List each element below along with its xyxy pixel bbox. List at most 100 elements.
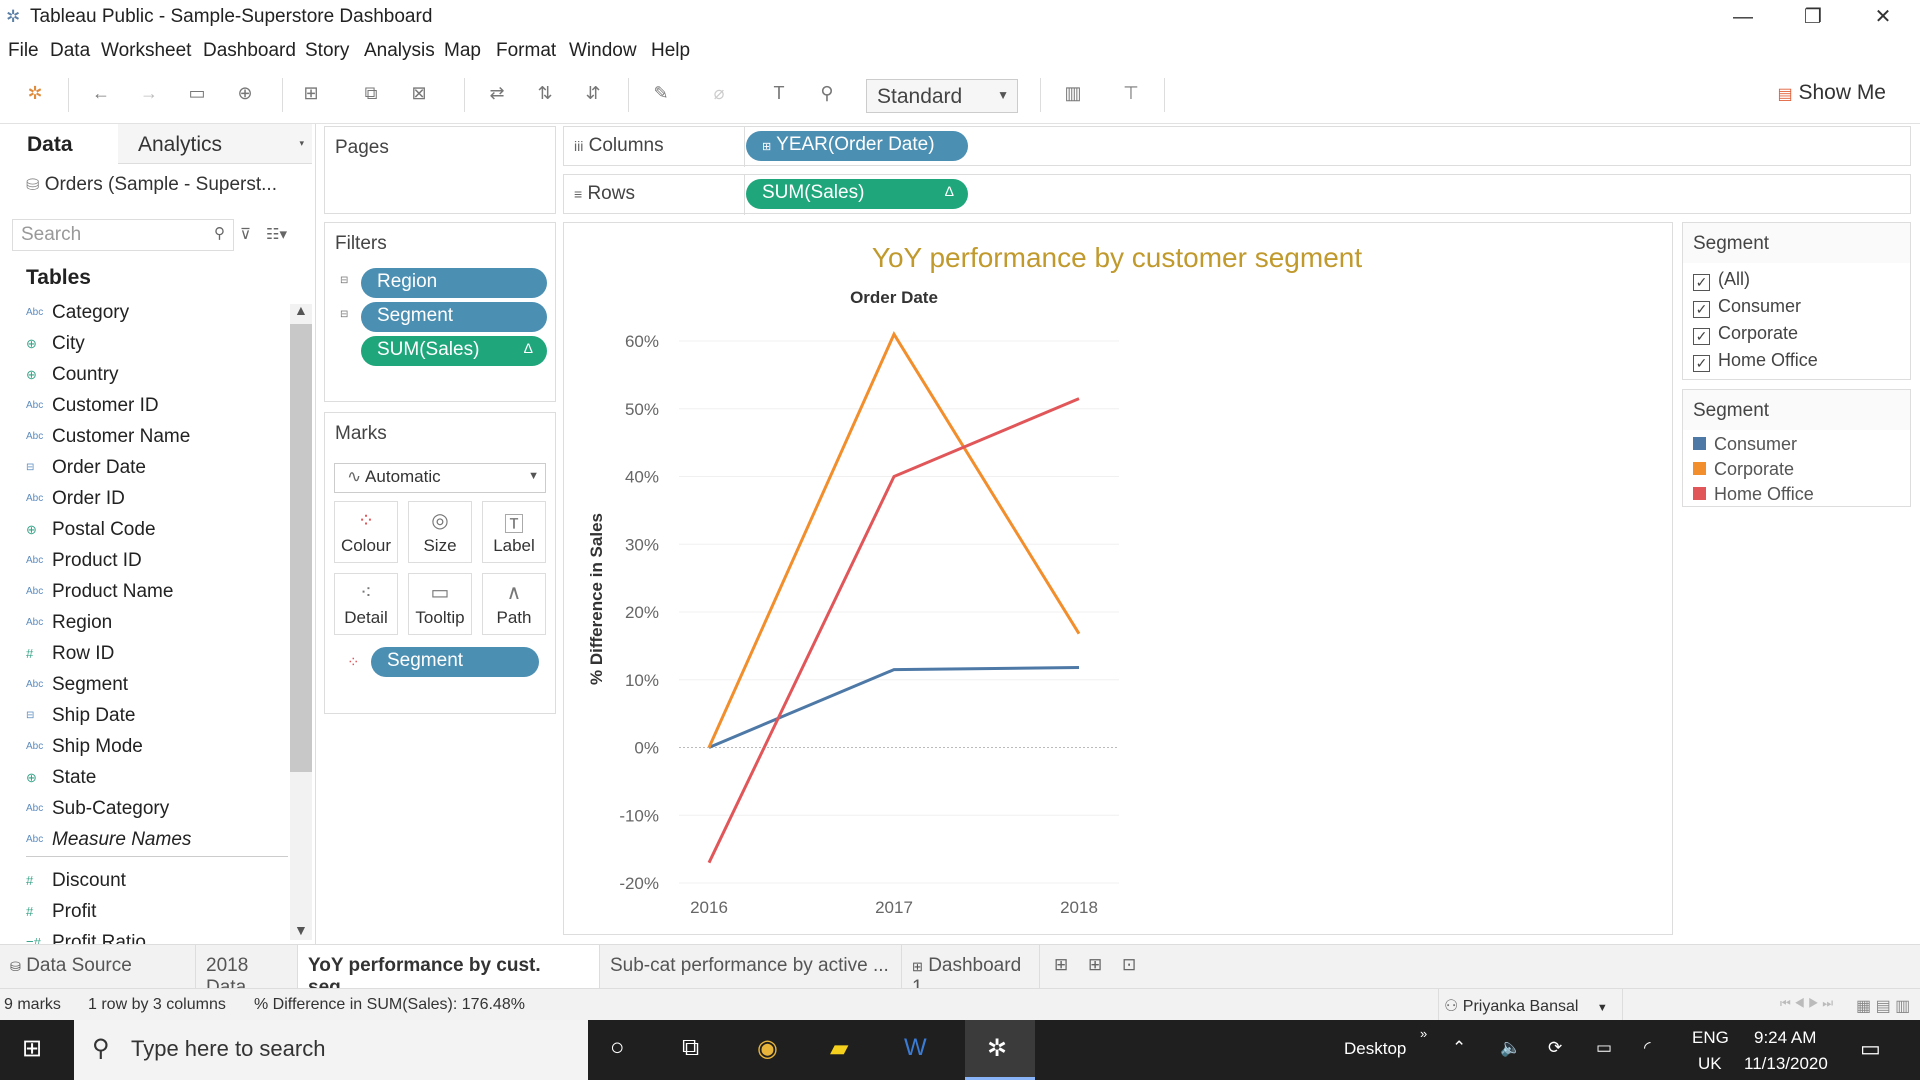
filter-option-all[interactable]: ✓ (All) [1693, 269, 1750, 291]
sticky-notes-icon[interactable]: ▰ [830, 1034, 848, 1063]
mark-type-select[interactable]: ∿ Automatic ▼ [334, 463, 546, 493]
tab-data[interactable]: Data [0, 124, 118, 164]
menu-data[interactable]: Data [50, 40, 90, 62]
sheet-view-icon[interactable]: ▦ ▤ ▥ [1856, 996, 1910, 1016]
tray-expand-icon[interactable]: ⌃ [1452, 1038, 1466, 1058]
field-ship-date[interactable]: ⊟ Ship Date [26, 705, 135, 735]
redo-icon[interactable]: → [136, 83, 162, 104]
cortana-icon[interactable]: ○ [610, 1034, 625, 1062]
chrome-icon[interactable]: ◉ [757, 1034, 778, 1063]
undo-icon[interactable]: ← [88, 83, 114, 104]
field-category[interactable]: Abc Category [26, 302, 129, 332]
group-icon[interactable]: ⌀ [706, 83, 732, 104]
menu-format[interactable]: Format [496, 40, 556, 62]
sort-descending-icon[interactable]: ⇵ [580, 83, 606, 104]
duplicate-sheet-icon[interactable]: ⧉ [358, 83, 384, 104]
field-segment[interactable]: Abc Segment [26, 674, 128, 704]
minimize-button[interactable]: — [1718, 4, 1768, 30]
field-customer-name[interactable]: Abc Customer Name [26, 426, 190, 456]
field-region[interactable]: Abc Region [26, 612, 112, 642]
clock-date[interactable]: 11/13/2020 [1744, 1054, 1828, 1074]
menu-file[interactable]: File [8, 40, 39, 62]
tab-sub-cat-performance[interactable]: Sub-cat performance by active ... [600, 945, 902, 989]
filter-pill-sum-sales[interactable]: SUM(Sales) Δ [361, 336, 547, 366]
menu-help[interactable]: Help [651, 40, 690, 62]
language-region[interactable]: UK [1698, 1054, 1722, 1074]
rows-shelf[interactable]: ≡ Rows SUM(Sales) Δ [563, 174, 1911, 215]
menu-analysis[interactable]: Analysis [364, 40, 435, 62]
datasource-item[interactable]: ⛁ Orders (Sample - Superst... [26, 174, 277, 196]
close-button[interactable]: ✕ [1858, 4, 1908, 30]
tab-2018-data[interactable]: 2018 Data [196, 945, 298, 998]
fit-select[interactable]: Standard ▼ [866, 79, 1018, 113]
checkbox-checked-icon[interactable]: ✓ [1693, 328, 1710, 345]
sort-ascending-icon[interactable]: ⇅ [532, 83, 558, 104]
field-order-date[interactable]: ⊟ Order Date [26, 457, 146, 487]
filter-pill-segment[interactable]: Segment [361, 302, 547, 332]
volume-icon[interactable]: 🔈 [1500, 1038, 1521, 1058]
tableau-home-icon[interactable]: ✲ [22, 83, 48, 104]
menu-story[interactable]: Story [305, 40, 349, 62]
field-row-id[interactable]: # Row ID [26, 643, 114, 673]
field-product-name[interactable]: Abc Product Name [26, 581, 173, 611]
field-ship-mode[interactable]: Abc Ship Mode [26, 736, 143, 766]
line-chart[interactable]: YoY performance by customer segment Orde… [564, 223, 1672, 934]
y-axis-title[interactable]: % Difference in Sales [587, 513, 606, 685]
field-scrollbar-thumb[interactable] [290, 324, 312, 772]
menu-worksheet[interactable]: Worksheet [101, 40, 191, 62]
pages-card[interactable]: Pages [324, 126, 556, 214]
tooltip-button[interactable]: ▭ Tooltip [408, 573, 472, 635]
colour-button[interactable]: ⁘ Colour [334, 501, 398, 563]
taskbar-search-input[interactable]: ⚲ Type here to search [74, 1020, 588, 1080]
field-product-id[interactable]: Abc Product ID [26, 550, 142, 580]
x-axis-title[interactable]: Order Date [850, 288, 938, 307]
filter-option-corporate[interactable]: ✓ Corporate [1693, 323, 1798, 345]
filter-option-home-office[interactable]: ✓ Home Office [1693, 350, 1818, 372]
detail-button[interactable]: ⁖ Detail [334, 573, 398, 635]
marks-pill-segment[interactable]: Segment [371, 647, 539, 677]
sync-icon[interactable]: ⟳ [1548, 1038, 1562, 1058]
wifi-icon[interactable]: ◜ [1644, 1038, 1651, 1058]
field-state[interactable]: ⊕ State [26, 767, 96, 797]
checkbox-checked-icon[interactable]: ✓ [1693, 301, 1710, 318]
filter-option-consumer[interactable]: ✓ Consumer [1693, 296, 1801, 318]
menu-window[interactable]: Window [569, 40, 637, 62]
field-profit[interactable]: # Profit [26, 901, 96, 931]
field-order-id[interactable]: Abc Order ID [26, 488, 125, 518]
series-line-corporate[interactable] [707, 331, 1081, 749]
field-postal-code[interactable]: ⊕ Postal Code [26, 519, 156, 549]
field-country[interactable]: ⊕ Country [26, 364, 119, 394]
task-view-icon[interactable]: ⧉ [682, 1034, 699, 1062]
viz-area[interactable]: YoY performance by customer segment Orde… [563, 222, 1673, 935]
view-options-icon[interactable]: ☷▾ [266, 225, 287, 243]
scroll-up-icon[interactable]: ▲ [294, 302, 308, 318]
highlight-icon[interactable]: ✎ [648, 83, 674, 104]
clock-time[interactable]: 9:24 AM [1754, 1028, 1816, 1048]
sheet-nav-icon[interactable]: ⏮ ◀ ▶ ⏭ [1780, 996, 1833, 1011]
save-icon[interactable]: ▭ [184, 83, 210, 104]
pane-menu-icon[interactable]: ▾ [299, 138, 304, 149]
x-tick-label[interactable]: 2017 [875, 898, 913, 917]
path-button[interactable]: ∧ Path [482, 573, 546, 635]
new-worksheet-icon[interactable]: ⊞ [298, 83, 324, 104]
field-discount[interactable]: # Discount [26, 870, 126, 900]
size-button[interactable]: ◎ Size [408, 501, 472, 563]
label-button[interactable]: 🅃 Label [482, 501, 546, 563]
pin-icon[interactable]: ⚲ [814, 83, 840, 104]
checkbox-checked-icon[interactable]: ✓ [1693, 274, 1710, 291]
x-tick-label[interactable]: 2018 [1060, 898, 1098, 917]
field-measure-names[interactable]: Abc Measure Names [26, 829, 191, 859]
filter-pill-region[interactable]: Region [361, 268, 547, 298]
chevron-right-icon[interactable]: » [1420, 1026, 1427, 1041]
tab-yoy-performance[interactable]: YoY performance by cust. seg... [298, 945, 600, 998]
menu-map[interactable]: Map [444, 40, 481, 62]
new-worksheet-icon[interactable]: ⊞ [1054, 955, 1068, 975]
new-dashboard-icon[interactable]: ⊞ [1088, 955, 1102, 975]
rows-pill-sum-sales[interactable]: SUM(Sales) Δ [746, 179, 968, 209]
tableau-taskbar-button[interactable]: ✲ [965, 1020, 1035, 1080]
battery-icon[interactable]: ▭ [1596, 1038, 1612, 1058]
menu-dashboard[interactable]: Dashboard [203, 40, 296, 62]
columns-pill-year[interactable]: ⊞ YEAR(Order Date) [746, 131, 968, 161]
field-city[interactable]: ⊕ City [26, 333, 85, 363]
windows-start-icon[interactable]: ⊞ [22, 1034, 42, 1063]
